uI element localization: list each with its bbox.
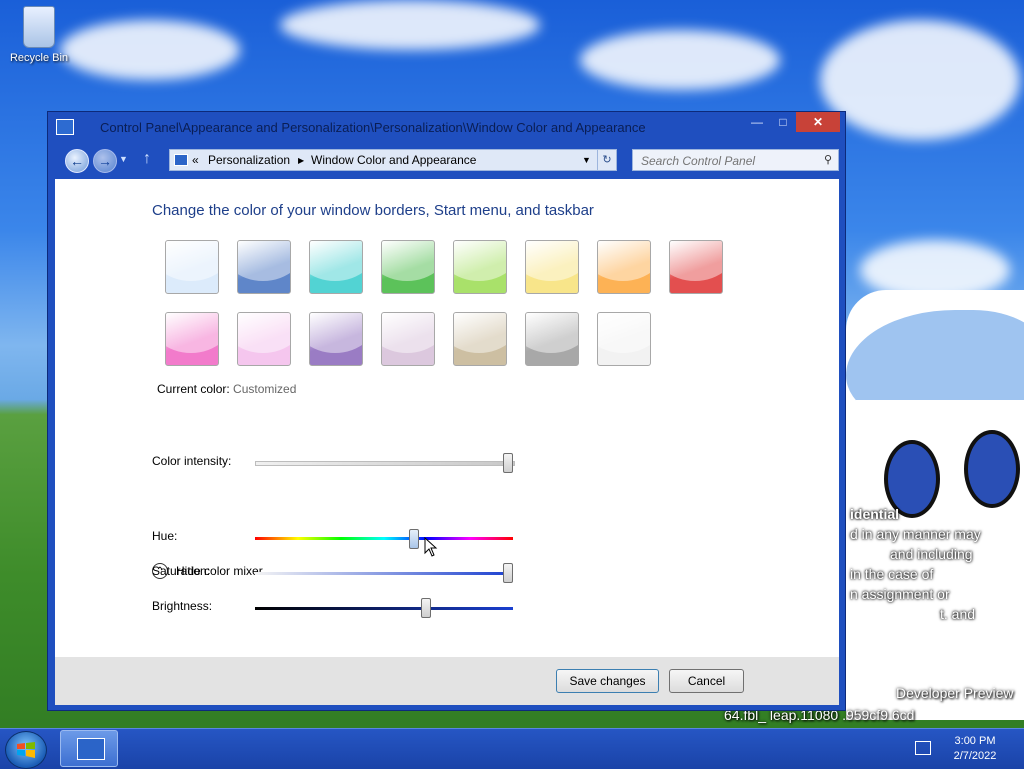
save-changes-button[interactable]: Save changes (556, 669, 659, 693)
cloud (60, 20, 240, 80)
intensity-label: Color intensity: (152, 454, 232, 468)
recycle-bin-label: Recycle Bin (9, 52, 69, 64)
breadcrumb-window-color[interactable]: Window Color and Appearance (311, 153, 476, 167)
hue-slider-thumb[interactable] (408, 529, 419, 549)
clock-date: 2/7/2022 (953, 750, 997, 762)
search-icon[interactable]: ⚲ (824, 153, 832, 166)
mouse-pointer-icon (424, 537, 438, 557)
breadcrumb-personalization[interactable]: Personalization (208, 153, 290, 167)
close-button[interactable]: ✕ (796, 112, 840, 132)
color-swatch-twilight[interactable] (237, 240, 291, 294)
breadcrumb-separator-icon: ▶ (298, 156, 305, 165)
control-panel-icon (56, 119, 74, 135)
network-icon[interactable] (915, 741, 931, 755)
cloud (820, 20, 1020, 140)
current-color-label: Current color: (157, 382, 230, 396)
color-swatch-sea[interactable] (309, 240, 363, 294)
up-arrow-icon[interactable]: ↑ (143, 150, 151, 168)
brightness-slider-track[interactable] (255, 607, 513, 610)
content-pane: Change the color of your window borders,… (55, 179, 839, 657)
color-swatch-leaf[interactable] (381, 240, 435, 294)
color-swatch-pumpkin[interactable] (597, 240, 651, 294)
title-bar[interactable]: Control Panel\Appearance and Personaliza… (48, 112, 845, 142)
recycle-bin-icon (23, 6, 55, 48)
art-eye (964, 430, 1020, 508)
color-swatch-lime[interactable] (453, 240, 507, 294)
cancel-button[interactable]: Cancel (669, 669, 744, 693)
address-bar[interactable]: « Personalization ▶ Window Color and App… (169, 149, 617, 171)
control-panel-window: Control Panel\Appearance and Personaliza… (47, 111, 846, 711)
color-swatch-taupe[interactable] (453, 312, 507, 366)
recycle-bin-desktop-icon[interactable]: Recycle Bin (6, 6, 72, 64)
overlay-line: and including (890, 546, 973, 562)
brightness-label: Brightness: (152, 599, 213, 613)
color-swatch-violet[interactable] (309, 312, 363, 366)
address-dropdown-icon[interactable]: ▼ (582, 155, 591, 165)
color-swatch-fuchsia[interactable] (165, 312, 219, 366)
search-input[interactable] (639, 151, 813, 171)
breadcrumb-overflow[interactable]: « (192, 153, 199, 167)
hue-label: Hue: (152, 529, 178, 543)
back-arrow-icon[interactable]: ← (65, 149, 89, 173)
dialog-footer: Save changes Cancel (55, 657, 839, 705)
overlay-line: in the case of (850, 566, 934, 582)
start-button[interactable] (5, 731, 47, 769)
confidential-overlay: idential d in any manner may and includi… (850, 504, 981, 624)
intensity-slider-track[interactable] (255, 461, 515, 466)
windows-logo-icon (17, 742, 35, 758)
taskbar-control-panel-button[interactable] (60, 730, 118, 767)
clock-time: 3:00 PM (954, 735, 996, 747)
current-color-value: Customized (233, 382, 297, 396)
cloud (580, 30, 780, 90)
current-color: Current color: Customized (157, 382, 296, 396)
overlay-line: n assignment or (850, 586, 950, 602)
navigation-bar: ← → ▼ ↑ « Personalization ▶ Window Color… (55, 148, 839, 174)
refresh-icon[interactable]: ↻ (597, 149, 617, 171)
saturation-label: Saturation: (152, 564, 211, 578)
page-heading: Change the color of your window borders,… (152, 202, 594, 219)
brightness-slider-thumb[interactable] (421, 598, 432, 618)
system-clock[interactable]: 3:00 PM 2/7/2022 (940, 734, 1010, 764)
saturation-slider-track[interactable] (255, 572, 513, 575)
color-swatch-ruby[interactable] (669, 240, 723, 294)
overlay-line: d in any manner may (850, 526, 981, 542)
minimize-button[interactable]: — (744, 112, 770, 132)
cloud (280, 0, 540, 50)
color-swatch-pumpkin-light[interactable] (525, 240, 579, 294)
window-title: Control Panel\Appearance and Personaliza… (100, 120, 646, 135)
color-swatch-blush[interactable] (237, 312, 291, 366)
color-swatch-sky[interactable] (165, 240, 219, 294)
overlay-line: idential (850, 506, 900, 522)
search-box: ⚲ (632, 149, 839, 171)
watermark-build: Developer Preview (896, 685, 1014, 701)
color-swatch-frost[interactable] (597, 312, 651, 366)
saturation-slider-thumb[interactable] (503, 563, 513, 583)
control-panel-icon (77, 738, 105, 760)
address-control-panel-icon (174, 154, 188, 166)
forward-arrow-icon[interactable]: → (93, 149, 117, 173)
wallpaper-art: idential d in any manner may and includi… (846, 290, 1024, 720)
overlay-line: t. and (940, 606, 976, 622)
recent-pages-chevron-icon[interactable]: ▼ (119, 154, 128, 164)
color-swatch-chocolate[interactable] (525, 312, 579, 366)
hue-slider-track[interactable] (255, 537, 513, 540)
taskbar: 3:00 PM 2/7/2022 (0, 728, 1024, 769)
intensity-slider-thumb[interactable] (503, 453, 513, 473)
color-swatch-lavender[interactable] (381, 312, 435, 366)
maximize-button[interactable]: □ (770, 112, 796, 132)
